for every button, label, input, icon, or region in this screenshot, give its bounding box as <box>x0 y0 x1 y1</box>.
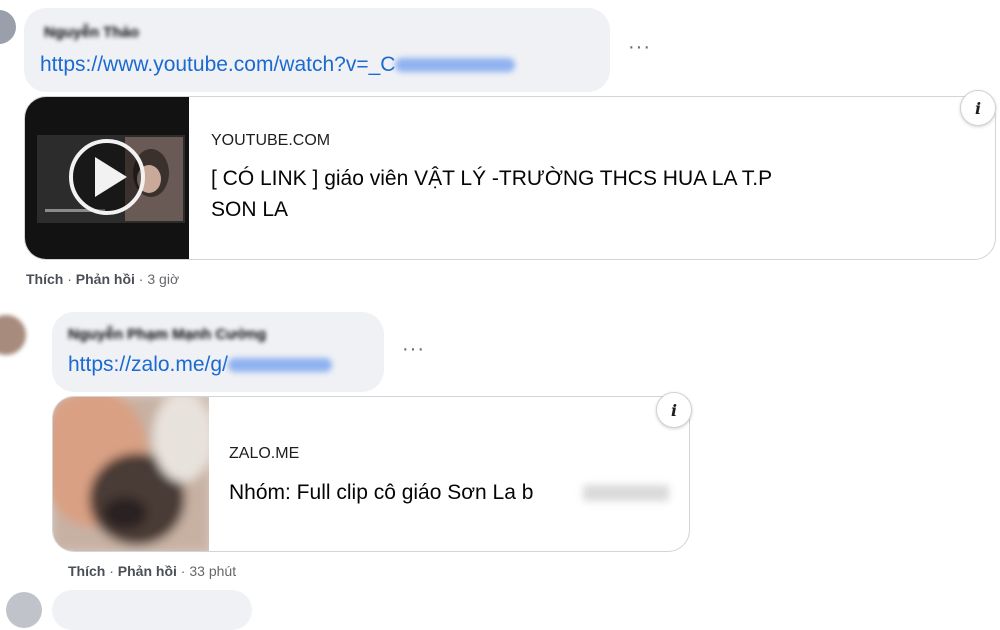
comment-3-avatar[interactable] <box>6 592 42 628</box>
comment-1-info-icon[interactable]: i <box>960 90 996 126</box>
comment-1-author[interactable]: Nguyễn Thảo <box>44 24 139 41</box>
comment-1-bubble: Nguyễn Thảo https://www.youtube.com/watc… <box>24 8 610 92</box>
video-thumbnail-image <box>37 135 185 223</box>
comment-1-link-text[interactable]: https://www.youtube.com/watch?v=_C <box>40 53 395 76</box>
separator: · <box>63 271 76 287</box>
comment-2-link-preview[interactable]: ZALO.ME Nhóm: Full clip cô giáo Sơn La b <box>52 396 690 552</box>
comment-2-link-text[interactable]: https://zalo.me/g/ <box>68 353 228 376</box>
comment-2-bubble: Nguyễn Phạm Mạnh Cường https://zalo.me/g… <box>52 312 384 392</box>
comment-1-more-button[interactable]: ··· <box>628 36 651 59</box>
comment-2-link-redacted <box>227 358 332 373</box>
thumbnail-image <box>53 397 213 551</box>
comment-1-avatar[interactable] <box>0 10 16 44</box>
comment-2-preview-domain: ZALO.ME <box>229 445 300 462</box>
comment-2-reply-button[interactable]: Phản hồi <box>118 563 177 579</box>
comment-1-preview-domain: YOUTUBE.COM <box>211 132 331 149</box>
comment-2-like-button[interactable]: Thích <box>68 563 105 579</box>
separator: · <box>105 563 118 579</box>
comment-2-info-icon[interactable]: i <box>656 392 692 428</box>
comment-1-actions: Thích · Phản hồi · 3 giờ <box>26 271 179 287</box>
comment-1-reply-button[interactable]: Phản hồi <box>76 271 135 287</box>
comment-2-preview-thumbnail[interactable] <box>53 397 213 551</box>
comment-1-preview-title[interactable]: [ CÓ LINK ] giáo viên VẬT LÝ -TRƯỜNG THC… <box>211 163 781 225</box>
comment-1-link[interactable]: https://www.youtube.com/watch?v=_C <box>40 53 516 77</box>
comment-1-link-redacted <box>395 58 516 73</box>
separator: · <box>176 563 190 579</box>
comment-2-avatar[interactable] <box>0 315 26 355</box>
comment-1-preview-thumbnail[interactable] <box>25 97 189 259</box>
comment-1-link-preview[interactable]: YOUTUBE.COM [ CÓ LINK ] giáo viên VẬT LÝ… <box>24 96 996 260</box>
comment-2-actions: Thích · Phản hồi · 33 phút <box>68 563 236 579</box>
comment-1-like-button[interactable]: Thích <box>26 271 63 287</box>
comment-2-timestamp[interactable]: 33 phút <box>189 563 236 579</box>
comment-2-link[interactable]: https://zalo.me/g/ <box>68 353 332 377</box>
play-icon <box>69 139 145 215</box>
comment-2-title-redacted <box>583 485 669 501</box>
comment-2-author[interactable]: Nguyễn Phạm Mạnh Cường <box>68 326 266 343</box>
comment-3-bubble <box>52 590 252 630</box>
comment-1-timestamp[interactable]: 3 giờ <box>147 271 179 287</box>
comment-2-more-button[interactable]: ··· <box>402 338 425 361</box>
separator: · <box>134 271 148 287</box>
